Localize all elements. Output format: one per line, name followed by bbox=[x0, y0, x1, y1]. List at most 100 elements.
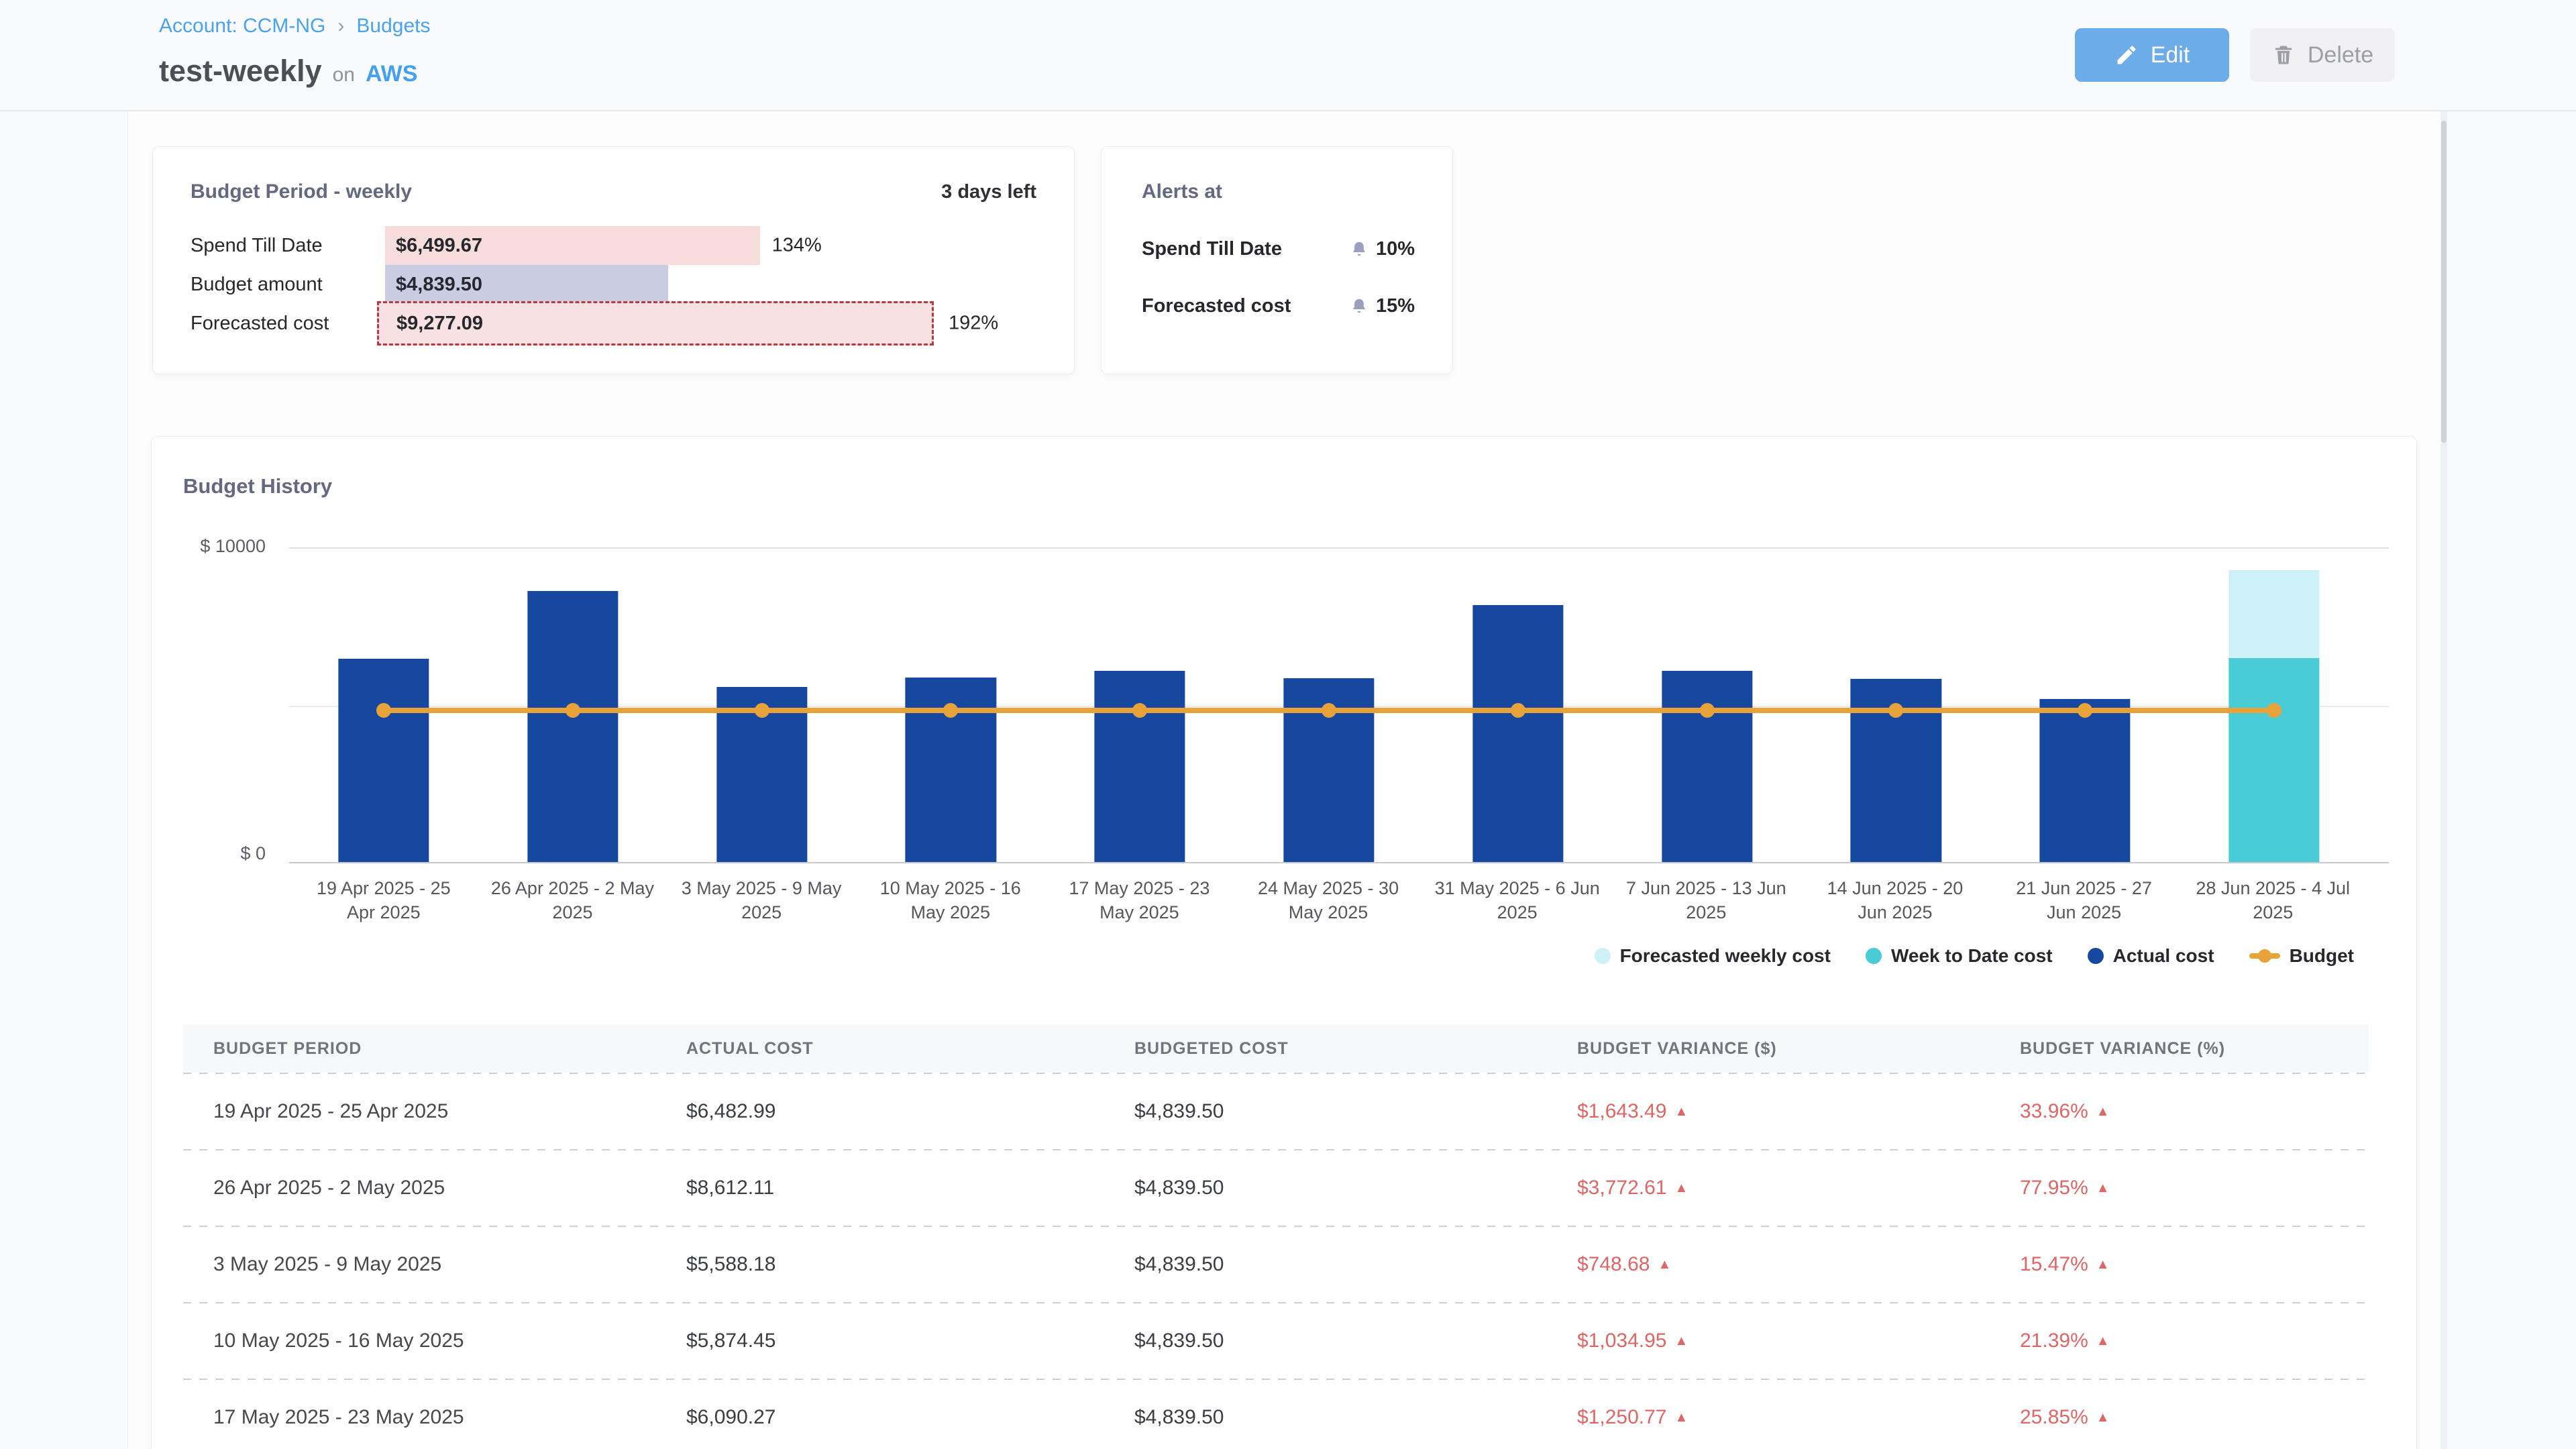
legend-dot-icon bbox=[1595, 948, 1611, 964]
budget-period-row-label: Forecasted cost bbox=[191, 313, 385, 335]
alert-item-value: 15% bbox=[1349, 295, 1415, 317]
chart-bar-actual-cost[interactable] bbox=[338, 659, 429, 863]
gridline-baseline bbox=[289, 862, 2389, 863]
chart-bar-actual-cost[interactable] bbox=[1472, 605, 1563, 863]
chart-bar-actual-cost[interactable] bbox=[1095, 671, 1185, 863]
pencil-icon bbox=[2114, 43, 2139, 67]
variance-up-icon: ▲ bbox=[2096, 1410, 2110, 1425]
x-axis-tick-label: 19 Apr 2025 - 25Apr 2025 bbox=[289, 876, 478, 924]
alerts-card: Alerts at Spend Till Date10% Forecasted c… bbox=[1101, 146, 1453, 374]
budget-period-bar-track: $6,499.67134% bbox=[385, 226, 1036, 265]
page-title: test-weekly bbox=[159, 54, 322, 89]
table-row[interactable]: 3 May 2025 - 9 May 2025$5,588.18$4,839.5… bbox=[183, 1227, 2369, 1302]
budget-line-point[interactable] bbox=[1132, 703, 1147, 718]
chart-slot bbox=[667, 547, 857, 863]
table-header-cell: Budget Variance (%) bbox=[1990, 1039, 2369, 1059]
alert-item-label: Forecasted cost bbox=[1142, 295, 1291, 317]
table-cell-variance-usd: $3,772.61▲ bbox=[1547, 1177, 1990, 1199]
chart-legend: Forecasted weekly cost Week to Date cost A… bbox=[1595, 945, 2354, 967]
budget-line-point[interactable] bbox=[566, 703, 580, 718]
breadcrumb-account-link[interactable]: Account: CCM-NG bbox=[159, 15, 325, 38]
budget-period-bar-value: $4,839.50 bbox=[396, 274, 482, 296]
legend-dot-icon bbox=[2088, 948, 2104, 964]
chart-slot bbox=[1424, 547, 1613, 863]
table-cell-actual: $6,482.99 bbox=[656, 1100, 1104, 1123]
budget-period-bar-track: $9,277.09192% bbox=[385, 304, 1036, 343]
budget-period-bar-budget: $4,839.50 bbox=[385, 265, 668, 304]
alerts-rows: Spend Till Date10% Forecasted cost 15% bbox=[1142, 238, 1415, 317]
budget-line-point[interactable] bbox=[376, 703, 391, 718]
table-row[interactable]: 10 May 2025 - 16 May 2025$5,874.45$4,839… bbox=[183, 1303, 2369, 1379]
chart-slot bbox=[856, 547, 1045, 863]
chart-bars-area bbox=[289, 547, 2369, 863]
legend-item-actual-cost[interactable]: Actual cost bbox=[2088, 945, 2214, 967]
table-row[interactable]: 17 May 2025 - 23 May 2025$6,090.27$4,839… bbox=[183, 1380, 2369, 1449]
budget-period-row-label: Budget amount bbox=[191, 274, 385, 296]
x-axis-tick-label: 3 May 2025 - 9 May2025 bbox=[667, 876, 856, 924]
y-axis-zero-label: $ 0 bbox=[178, 843, 266, 864]
budget-history-card: Budget History $ 10000 $ 0 19 Apr 2025 -… bbox=[151, 436, 2417, 1449]
budget-line-point[interactable] bbox=[1322, 703, 1336, 718]
alert-item-label: Spend Till Date bbox=[1142, 238, 1282, 260]
budget-line-point[interactable] bbox=[2078, 703, 2092, 718]
delete-button[interactable]: Delete bbox=[2250, 28, 2395, 82]
table-header-cell: Budget Variance ($) bbox=[1547, 1039, 1990, 1059]
chart-bar-forecasted-weekly-cost[interactable] bbox=[2229, 570, 2319, 658]
scrollbar-thumb[interactable] bbox=[2441, 121, 2447, 443]
table-cell-budgeted: $4,839.50 bbox=[1104, 1253, 1547, 1276]
table-cell-period: 19 Apr 2025 - 25 Apr 2025 bbox=[183, 1100, 656, 1123]
breadcrumb-budgets-link[interactable]: Budgets bbox=[356, 15, 430, 38]
budget-history-title: Budget History bbox=[183, 474, 332, 498]
table-header-row: Budget PeriodActual CostBudgeted CostBud… bbox=[183, 1024, 2369, 1073]
chart-bar-week-to-date-cost[interactable] bbox=[2229, 658, 2319, 863]
x-axis-tick-label: 21 Jun 2025 - 27Jun 2025 bbox=[1990, 876, 2179, 924]
x-axis-tick-label: 31 May 2025 - 6 Jun2025 bbox=[1423, 876, 1612, 924]
breadcrumb: Account: CCM-NG › Budgets bbox=[159, 15, 430, 38]
budget-line-point[interactable] bbox=[943, 703, 958, 718]
budget-line-point[interactable] bbox=[1700, 703, 1715, 718]
legend-item-budget[interactable]: Budget bbox=[2249, 945, 2354, 967]
table-header-cell: Budgeted Cost bbox=[1104, 1039, 1547, 1059]
alert-item: Spend Till Date10% bbox=[1142, 238, 1415, 260]
budget-line-point[interactable] bbox=[1888, 703, 1903, 718]
table-row[interactable]: 26 Apr 2025 - 2 May 2025$8,612.11$4,839.… bbox=[183, 1150, 2369, 1226]
x-axis-tick-label: 28 Jun 2025 - 4 Jul2025 bbox=[2178, 876, 2367, 924]
table-cell-actual: $5,588.18 bbox=[656, 1253, 1104, 1276]
legend-dot-icon bbox=[1866, 948, 1882, 964]
edit-button[interactable]: Edit bbox=[2075, 28, 2229, 82]
variance-up-icon: ▲ bbox=[2096, 1181, 2110, 1195]
chart-bar-actual-cost[interactable] bbox=[2040, 699, 2131, 863]
title-on-word: on bbox=[333, 64, 355, 87]
budget-period-bar-value: $6,499.67 bbox=[396, 235, 482, 257]
variance-up-icon: ▲ bbox=[1674, 1410, 1688, 1425]
budget-period-bar-track: $4,839.50 bbox=[385, 265, 1036, 304]
alerts-title: Alerts at bbox=[1142, 180, 1222, 203]
table-cell-variance-pct: 15.47%▲ bbox=[1990, 1253, 2369, 1276]
table-cell-period: 17 May 2025 - 23 May 2025 bbox=[183, 1406, 656, 1429]
chart-bar-actual-cost[interactable] bbox=[527, 591, 618, 863]
table-cell-period: 3 May 2025 - 9 May 2025 bbox=[183, 1253, 656, 1276]
table-cell-variance-usd: $1,250.77▲ bbox=[1547, 1406, 1990, 1429]
table-row[interactable]: 19 Apr 2025 - 25 Apr 2025$6,482.99$4,839… bbox=[183, 1074, 2369, 1149]
chart-slot bbox=[2180, 547, 2369, 863]
table-cell-budgeted: $4,839.50 bbox=[1104, 1100, 1547, 1123]
table-cell-variance-usd: $1,643.49▲ bbox=[1547, 1100, 1990, 1123]
title-row: test-weekly on AWS bbox=[159, 54, 417, 89]
legend-item-forecasted-weekly-cost[interactable]: Forecasted weekly cost bbox=[1595, 945, 1831, 967]
budget-line-point[interactable] bbox=[2267, 703, 2282, 718]
variance-up-icon: ▲ bbox=[1674, 1181, 1688, 1195]
budget-period-card: Budget Period - weekly 3 days left Spend… bbox=[152, 146, 1075, 374]
x-axis-tick-label: 14 Jun 2025 - 20Jun 2025 bbox=[1801, 876, 1990, 924]
x-axis-tick-label: 17 May 2025 - 23May 2025 bbox=[1045, 876, 1234, 924]
x-axis-tick-label: 24 May 2025 - 30May 2025 bbox=[1234, 876, 1423, 924]
budget-history-chart bbox=[289, 547, 2389, 863]
table-cell-budgeted: $4,839.50 bbox=[1104, 1177, 1547, 1199]
legend-item-week-to-date-cost[interactable]: Week to Date cost bbox=[1866, 945, 2053, 967]
y-axis-max-label: $ 10000 bbox=[178, 536, 266, 557]
budget-line-point[interactable] bbox=[1511, 703, 1525, 718]
table-cell-variance-pct: 21.39%▲ bbox=[1990, 1330, 2369, 1352]
budget-period-row: Forecasted cost$9,277.09192% bbox=[191, 304, 1036, 343]
budget-line-point[interactable] bbox=[755, 703, 769, 718]
budget-history-table: Budget PeriodActual CostBudgeted CostBud… bbox=[183, 1024, 2369, 1449]
chart-bar-actual-cost[interactable] bbox=[1662, 671, 1752, 863]
